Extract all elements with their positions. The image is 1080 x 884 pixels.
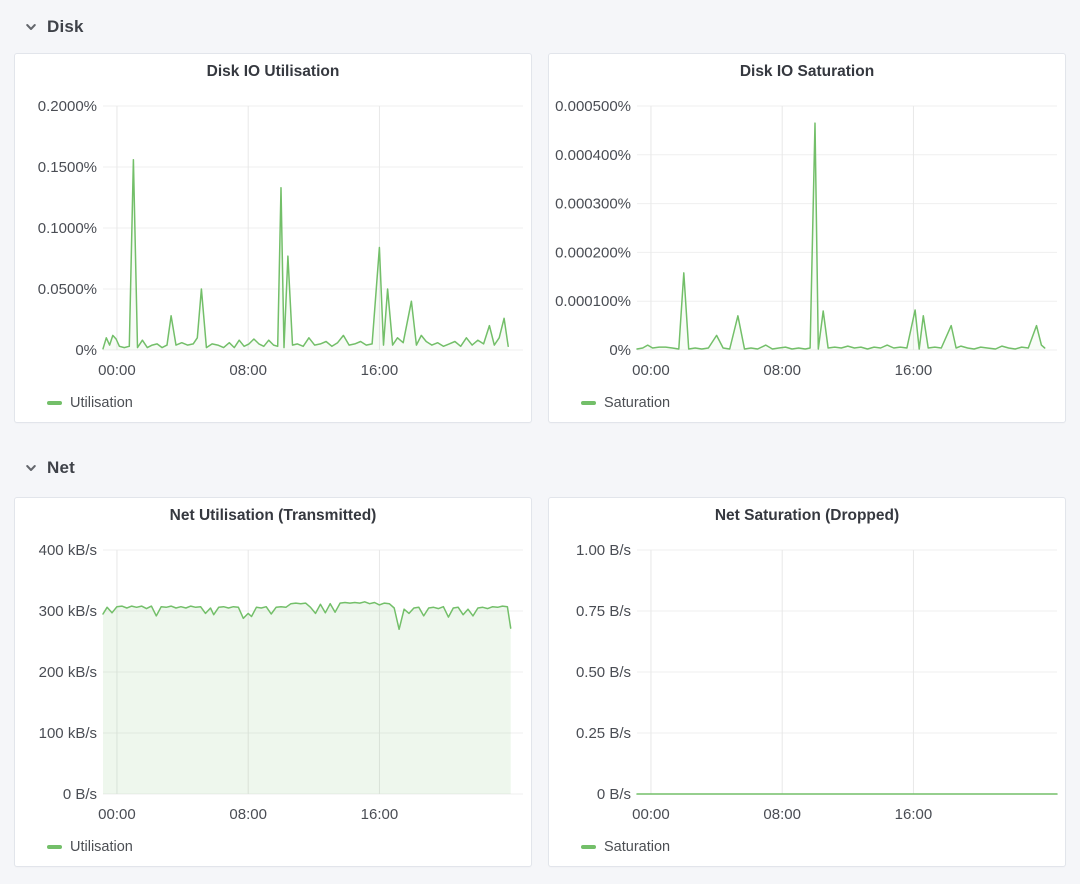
chevron-down-icon: [24, 461, 38, 475]
legend-series-dash-icon: [47, 845, 62, 849]
svg-text:0.1000%: 0.1000%: [38, 220, 97, 237]
svg-text:00:00: 00:00: [632, 362, 670, 379]
svg-text:0%: 0%: [75, 342, 97, 359]
legend[interactable]: Utilisation: [47, 395, 531, 411]
panel-title[interactable]: Net Saturation (Dropped): [549, 502, 1065, 530]
svg-text:200 kB/s: 200 kB/s: [39, 664, 97, 681]
panel-title[interactable]: Disk IO Utilisation: [15, 58, 531, 86]
chart-net-saturation-dropped: 0 B/s 0.25 B/s 0.50 B/s 0.75 B/s 1.00 B/s 00:…: [549, 530, 1065, 836]
svg-text:100 kB/s: 100 kB/s: [39, 725, 97, 742]
svg-text:0 B/s: 0 B/s: [597, 786, 631, 803]
panel-disk-io-saturation: Disk IO Saturation 0%0.000100%0.000200%0…: [548, 53, 1066, 423]
section-header-disk[interactable]: Disk: [14, 8, 1066, 46]
svg-text:00:00: 00:00: [632, 806, 670, 823]
svg-text:00:00: 00:00: [98, 806, 136, 823]
svg-text:0.000200%: 0.000200%: [555, 244, 631, 261]
panel-row-net: Net Utilisation (Transmitted) 0 B/s 100 k…: [14, 497, 1066, 867]
svg-text:08:00: 08:00: [763, 362, 801, 379]
legend[interactable]: Saturation: [581, 839, 1065, 855]
svg-text:16:00: 16:00: [895, 362, 933, 379]
svg-text:0.75 B/s: 0.75 B/s: [576, 603, 631, 620]
svg-text:0 B/s: 0 B/s: [63, 786, 97, 803]
svg-text:1.00 B/s: 1.00 B/s: [576, 542, 631, 559]
svg-text:0.000500%: 0.000500%: [555, 98, 631, 115]
panel-title[interactable]: Disk IO Saturation: [549, 58, 1065, 86]
svg-text:08:00: 08:00: [763, 806, 801, 823]
svg-text:0.0500%: 0.0500%: [38, 281, 97, 298]
legend-label[interactable]: Saturation: [604, 839, 670, 855]
svg-text:16:00: 16:00: [361, 362, 399, 379]
legend-label[interactable]: Utilisation: [70, 395, 133, 411]
svg-text:08:00: 08:00: [229, 362, 267, 379]
svg-text:0.000300%: 0.000300%: [555, 196, 631, 213]
chart-disk-io-utilisation: 0% 0.0500% 0.1000% 0.1500% 0.2000% 00:00 08:00…: [15, 86, 531, 392]
svg-text:16:00: 16:00: [895, 806, 933, 823]
panel-row-disk: Disk IO Utilisation 0% 0.0500% 0.1000% 0.15…: [14, 53, 1066, 423]
svg-text:400 kB/s: 400 kB/s: [39, 542, 97, 559]
svg-text:0.2000%: 0.2000%: [38, 98, 97, 115]
legend-series-dash-icon: [581, 401, 596, 405]
svg-text:16:00: 16:00: [361, 806, 399, 823]
svg-text:00:00: 00:00: [98, 362, 136, 379]
svg-text:0.000100%: 0.000100%: [555, 293, 631, 310]
chevron-down-icon: [24, 20, 38, 34]
chart-disk-io-saturation: 0% 0.000100% 0.000200% 0.000300% 0.000400% 0.…: [549, 86, 1065, 392]
svg-text:300 kB/s: 300 kB/s: [39, 603, 97, 620]
svg-text:0.000400%: 0.000400%: [555, 147, 631, 164]
legend-series-dash-icon: [581, 845, 596, 849]
chart-net-utilisation-transmitted: 0 B/s 100 kB/s 200 kB/s 300 kB/s 400 kB/s 00:…: [15, 530, 531, 836]
svg-text:0.50 B/s: 0.50 B/s: [576, 664, 631, 681]
section-header-net[interactable]: Net: [14, 449, 1066, 487]
section-title: Disk: [47, 17, 84, 37]
panel-title[interactable]: Net Utilisation (Transmitted): [15, 502, 531, 530]
svg-text:0.1500%: 0.1500%: [38, 159, 97, 176]
dashboard-page: Disk Disk IO Utilisation 0% 0.0500% 0.1000…: [14, 8, 1066, 867]
legend-label[interactable]: Utilisation: [70, 839, 133, 855]
svg-text:0.25 B/s: 0.25 B/s: [576, 725, 631, 742]
legend-series-dash-icon: [47, 401, 62, 405]
legend[interactable]: Utilisation: [47, 839, 531, 855]
svg-text:0%: 0%: [609, 342, 631, 359]
legend-label[interactable]: Saturation: [604, 395, 670, 411]
section-title: Net: [47, 458, 75, 478]
panel-net-utilisation-transmitted: Net Utilisation (Transmitted) 0 B/s 100 k…: [14, 497, 532, 867]
legend[interactable]: Saturation: [581, 395, 1065, 411]
panel-net-saturation-dropped: Net Saturation (Dropped) 0 B/s 0.25 B/s 0.…: [548, 497, 1066, 867]
svg-text:08:00: 08:00: [229, 806, 267, 823]
panel-disk-io-utilisation: Disk IO Utilisation 0% 0.0500% 0.1000% 0.15…: [14, 53, 532, 423]
